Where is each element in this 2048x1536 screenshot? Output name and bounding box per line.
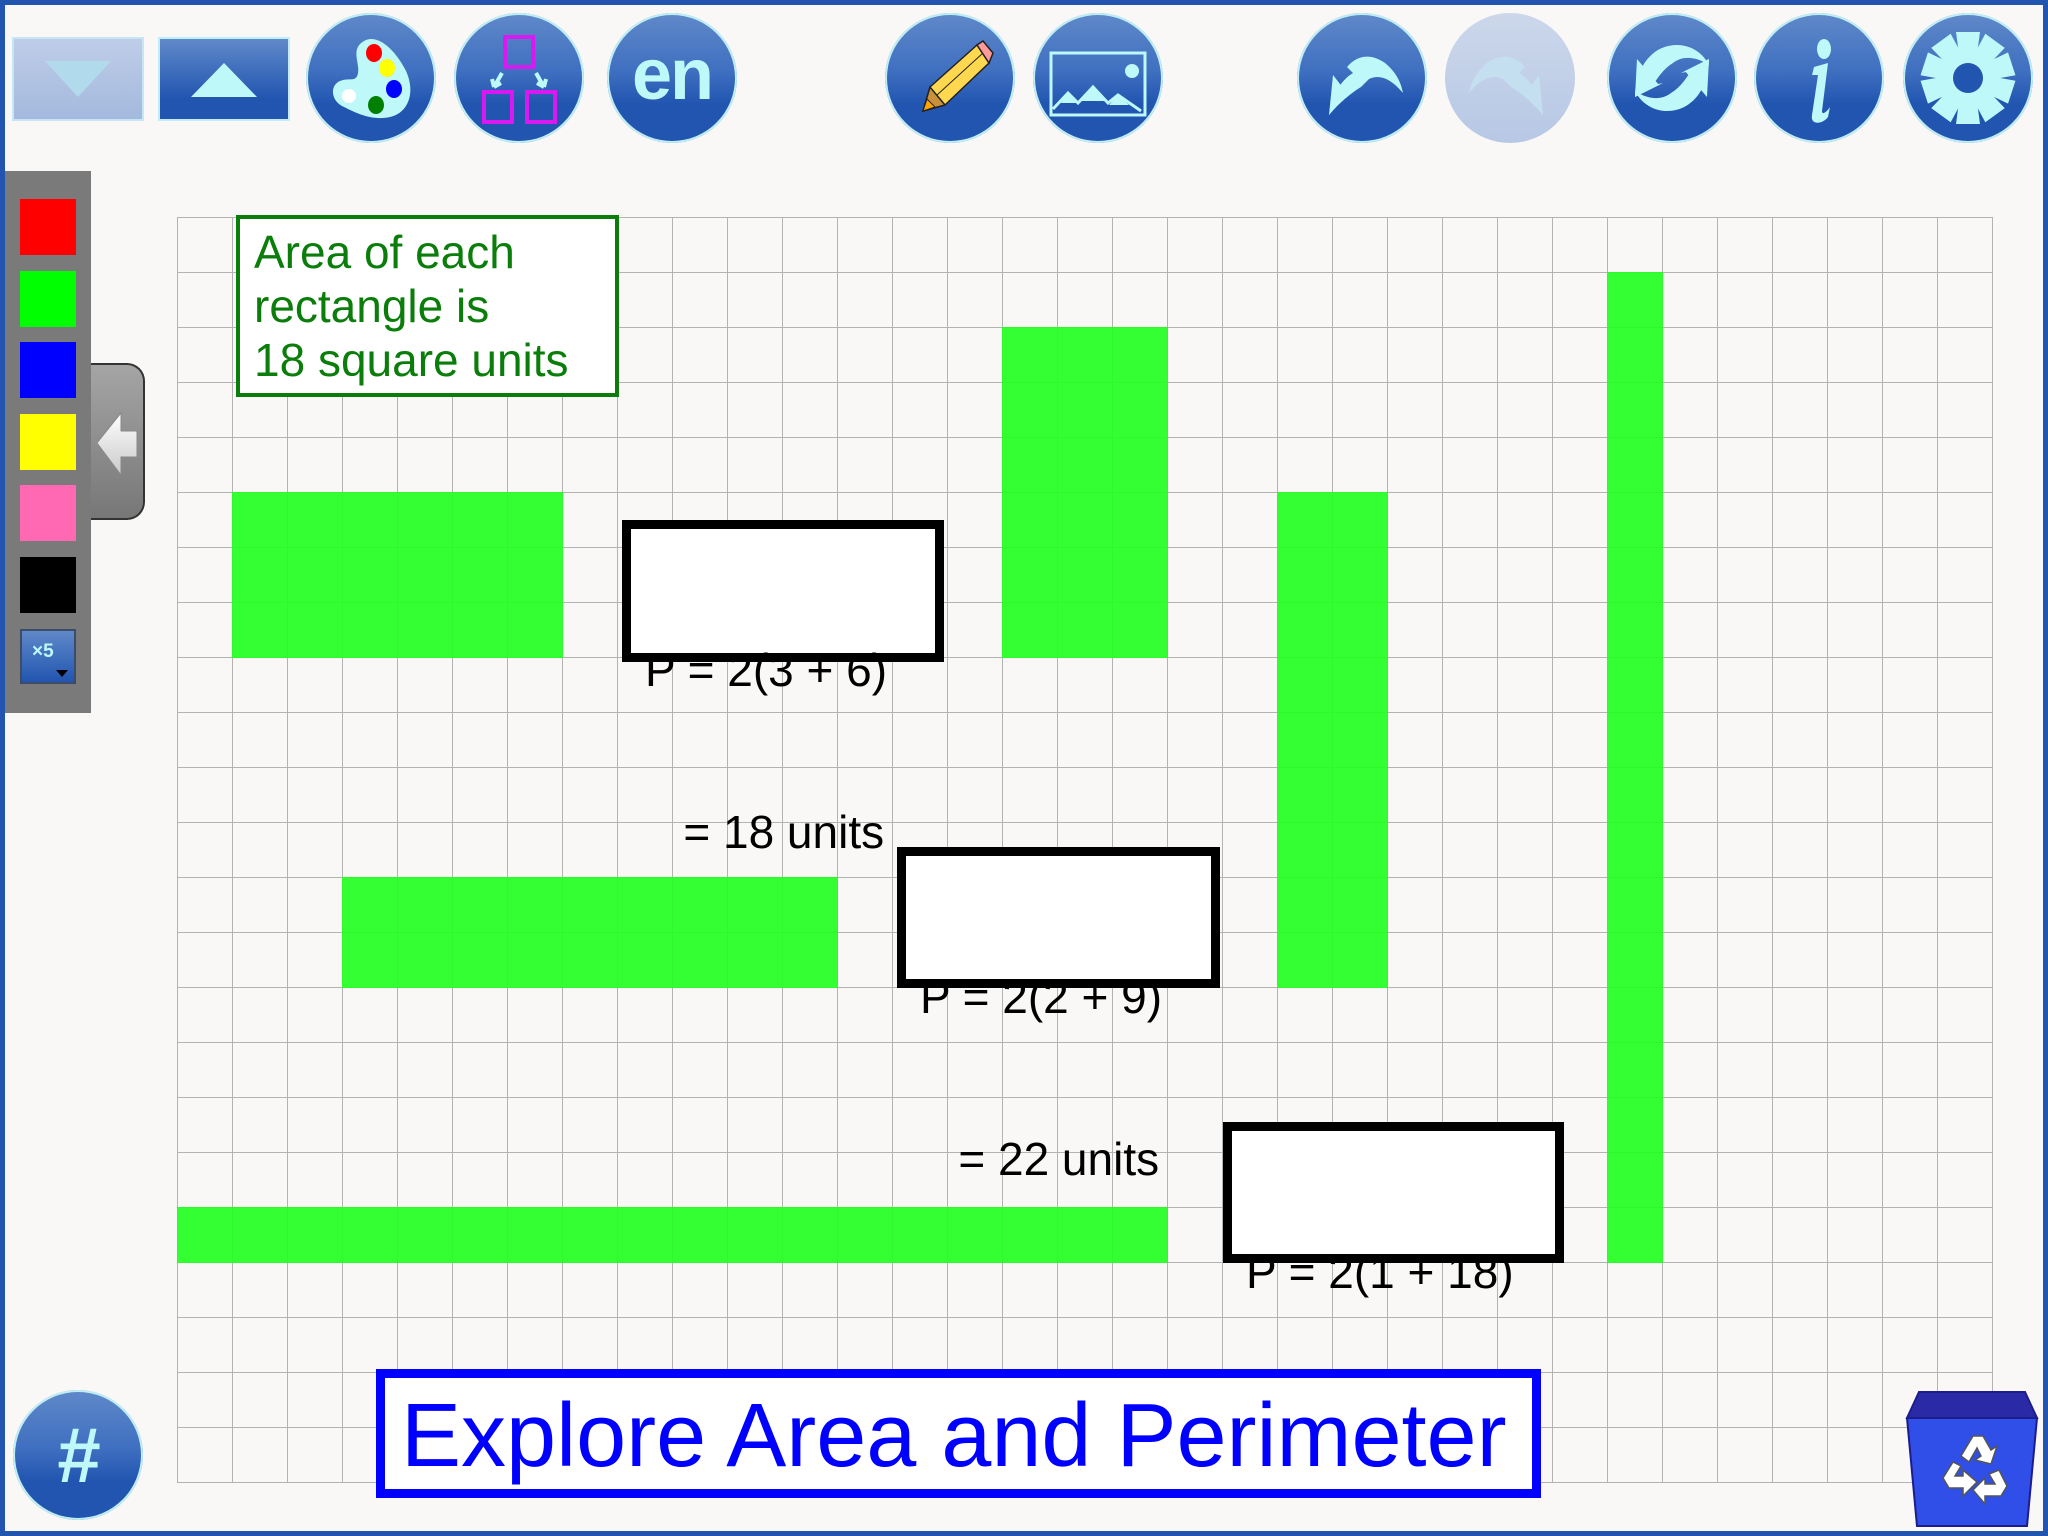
info-button[interactable] xyxy=(1754,13,1884,143)
line-width-label: ×5 xyxy=(32,641,54,662)
scroll-up-button[interactable] xyxy=(158,37,290,121)
swatch-yellow[interactable] xyxy=(20,414,76,470)
refresh-icon xyxy=(1635,45,1709,111)
title-text: Explore Area and Perimeter xyxy=(401,1386,1507,1486)
language-label: en xyxy=(631,35,714,115)
dropdown-arrow-icon xyxy=(56,670,68,677)
reset-button[interactable] xyxy=(1607,13,1737,143)
pencil-button[interactable] xyxy=(885,13,1015,143)
formula-line: P = 2(2 + 9) xyxy=(920,971,1163,1023)
info-icon xyxy=(1811,39,1831,123)
green-rectangle[interactable] xyxy=(1002,327,1168,658)
hash-icon: # xyxy=(56,1410,100,1499)
redo-button[interactable] xyxy=(1445,13,1575,143)
swatch-black[interactable] xyxy=(20,557,76,613)
swatch-pink[interactable] xyxy=(20,485,76,541)
perimeter-formula-box[interactable]: P = 2(3 + 6) = 18 units xyxy=(622,520,944,858)
green-rectangle[interactable] xyxy=(232,492,563,658)
duplicate-button[interactable] xyxy=(454,13,584,143)
activity-title[interactable]: Explore Area and Perimeter xyxy=(376,1369,1541,1498)
recycle-bin-icon xyxy=(1905,1391,2039,1527)
scroll-down-button[interactable] xyxy=(12,37,144,121)
note-line: rectangle is xyxy=(254,280,490,332)
formula-result: = 22 units xyxy=(920,1133,1160,1185)
undo-button[interactable] xyxy=(1297,13,1427,143)
area-note[interactable]: Area of each rectangle is 18 square unit… xyxy=(236,215,619,397)
pencil-icon xyxy=(921,40,994,113)
green-rectangle[interactable] xyxy=(1277,492,1388,988)
swatch-green[interactable] xyxy=(20,271,76,327)
formula-line: P = 2(1 + 18) xyxy=(1246,1246,1514,1298)
settings-button[interactable] xyxy=(1903,13,2033,143)
green-rectangle[interactable] xyxy=(1607,272,1663,1263)
swatch-blue[interactable] xyxy=(20,342,76,398)
triangle-down-icon xyxy=(45,61,111,97)
perimeter-formula-box[interactable]: P = 2(1 + 18) = 38 units xyxy=(1223,1122,1564,1460)
grid-toggle-button[interactable]: # xyxy=(13,1390,143,1520)
redo-icon xyxy=(1469,56,1543,115)
note-line: Area of each xyxy=(254,226,515,278)
formula-line: P = 2(3 + 6) xyxy=(645,644,888,696)
image-icon xyxy=(1049,51,1147,117)
formula-result: = 18 units xyxy=(645,806,885,858)
line-width-dropdown[interactable]: ×5 xyxy=(20,629,76,684)
note-line: 18 square units xyxy=(254,334,569,386)
color-palette-button[interactable] xyxy=(306,13,436,143)
arrow-left-icon xyxy=(96,411,138,477)
settings-icon xyxy=(1920,32,2016,124)
undo-icon xyxy=(1329,56,1403,115)
recycle-bin-button[interactable] xyxy=(1903,1390,2039,1530)
duplicate-icon xyxy=(482,35,557,124)
collapse-panel-tab[interactable] xyxy=(91,363,145,520)
triangle-up-icon xyxy=(191,63,257,97)
color-palette-panel: ×5 xyxy=(5,171,91,713)
insert-image-button[interactable] xyxy=(1033,13,1163,143)
palette-icon xyxy=(332,39,411,119)
swatch-red[interactable] xyxy=(20,199,76,255)
language-button[interactable]: en xyxy=(607,13,737,143)
perimeter-formula-box[interactable]: P = 2(2 + 9) = 22 units xyxy=(897,847,1220,1185)
